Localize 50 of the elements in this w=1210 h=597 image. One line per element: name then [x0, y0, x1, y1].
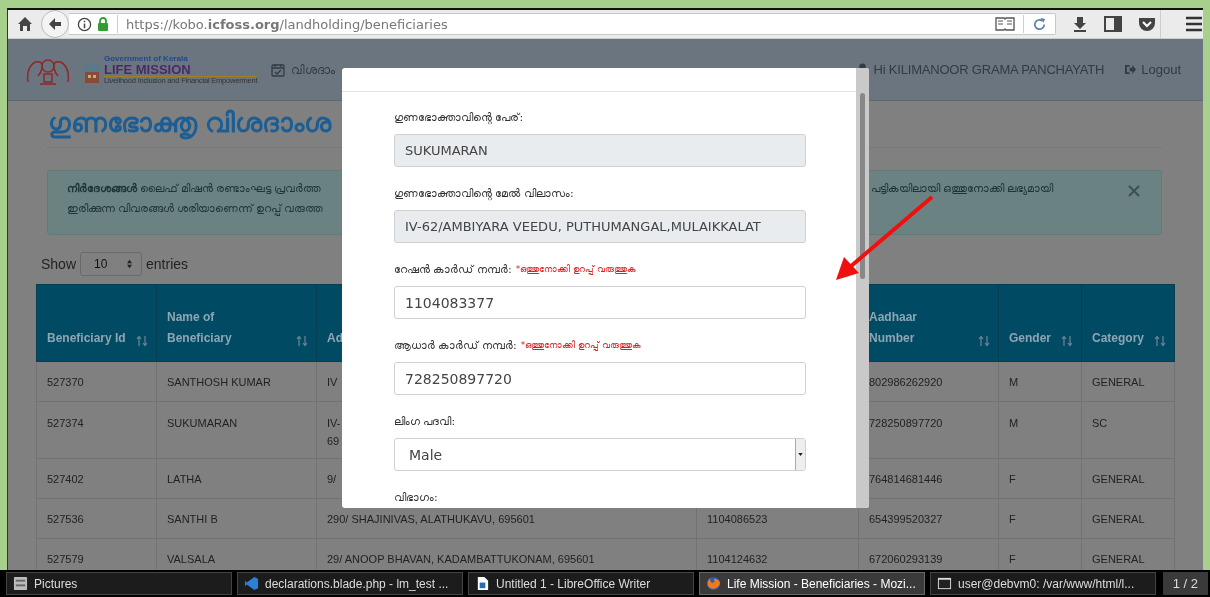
logo-title: LIFE MISSION [104, 62, 192, 76]
table-cell: 527402 [36, 458, 157, 499]
input-field[interactable]: IV-62/AMBIYARA VEEDU, PUTHUMANGAL,MULAIKKALAT [394, 210, 806, 243]
workspace-pager[interactable]: 1 / 2 [1162, 572, 1208, 595]
table-cell: M [998, 361, 1082, 402]
field-note: *ഒത്തുനോക്കി ഉറപ്പ് വരുത്തുക [520, 339, 641, 351]
select-field[interactable]: Male [394, 438, 806, 471]
logo-subtitle: Government of Kerala [104, 54, 189, 63]
column-header[interactable]: Name of Beneficiary [156, 284, 317, 362]
table-cell: GENERAL [1081, 458, 1175, 499]
alert-text: നിർദേശങ്ങൾ ലൈഫ് മിഷൻ രണ്ടാംഘട്ട പ്രവർത്ത [67, 182, 323, 195]
taskbar-item[interactable]: Pictures [6, 572, 232, 595]
taskbar-item[interactable]: Untitled 1 - LibreOffice Writer [468, 572, 694, 595]
url-text[interactable]: https://kobo.icfoss.org/landholding/beneficiaries [126, 16, 448, 32]
table-cell: LATHA [156, 458, 317, 499]
table-cell: F [998, 498, 1082, 539]
table-cell: SC [1081, 401, 1175, 459]
table-cell: 527370 [36, 361, 157, 402]
entries-select[interactable]: 10 [80, 252, 143, 276]
table-cell: F [998, 458, 1082, 499]
column-header[interactable]: Gender [998, 284, 1082, 362]
alert-text: പട്ടികയിലായി ഒത്തുനോക്കി ലഭ്യമായി [871, 182, 1054, 195]
input-field[interactable]: 1104083377 [394, 286, 806, 319]
taskbar-item[interactable]: user@debvm0: /var/www/html/l... [930, 572, 1156, 595]
input-field[interactable]: 728250897720 [394, 362, 806, 395]
address-bar[interactable]: https://kobo.icfoss.org/landholding/beneficiaries [69, 13, 1056, 35]
entries-label: entries [146, 256, 189, 272]
field-label: ലിംഗ പദവി: [394, 414, 456, 428]
table-cell: 527536 [36, 498, 157, 539]
field-label: ആധാർ കാർഡ് നമ്പർ: [394, 338, 517, 352]
input-field[interactable]: SUKUMARAN [394, 134, 806, 167]
table-cell: SANTHOSH KUMAR [156, 361, 317, 402]
field-note: *ഒത്തുനോക്കി ഉറപ്പ് വരുത്തുക [515, 263, 636, 275]
column-header[interactable]: Category [1081, 284, 1175, 362]
table-cell: 527374 [36, 401, 157, 459]
field-label: ഗുണഭോക്താവിന്റെ പേര്: [394, 110, 524, 124]
table-cell: M [998, 401, 1082, 459]
table-cell: SUKUMARAN [156, 401, 317, 459]
page-title: ഗുണഭോക്തൃ വിശദാംശ [48, 107, 331, 141]
taskbar-item[interactable]: declarations.blade.php - lm_test ... [237, 572, 463, 595]
column-header[interactable]: Beneficiary Id [36, 284, 157, 362]
field-label: ഗുണഭോക്താവിന്റെ മേൽ വിലാസം: [394, 186, 574, 200]
field-label: റേഷൻ കാർഡ് നമ്പർ: [394, 262, 512, 276]
table-cell: SANTHI B [156, 498, 317, 539]
show-label: Show [41, 256, 77, 272]
table-cell: GENERAL [1081, 361, 1175, 402]
taskbar-item[interactable]: Life Mission - Beneficiaries - Mozi... [699, 572, 925, 595]
table-cell: GENERAL [1081, 498, 1175, 539]
user-greeting: Hi KILIMANOOR GRAMA PANCHAYATH [873, 62, 1105, 77]
alert-text: ഇരിക്കുന്ന വിവരങ്ങൾ ശരിയാണെന്ന് ഉറപ്പ് വരുത്ത [67, 202, 325, 215]
